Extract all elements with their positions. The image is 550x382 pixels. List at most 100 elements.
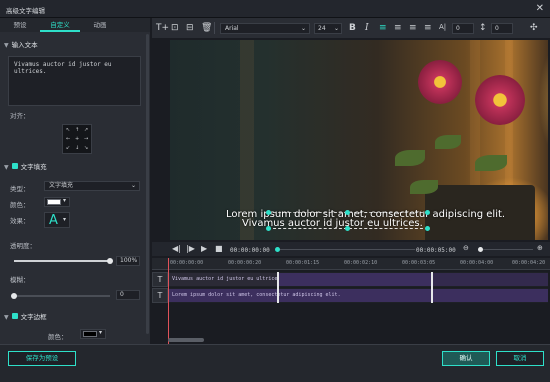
timeline-track: Lorem ipsum dolor sit amet, consectetur … [168, 288, 548, 303]
fill-color-picker[interactable]: ▾ [44, 197, 70, 207]
align-top-left-icon[interactable]: ↖ [66, 127, 70, 133]
track-type-icon[interactable]: T [152, 288, 168, 303]
align-bottom-icon[interactable]: ↓ [75, 145, 79, 151]
align-center-text-icon[interactable]: ≡ [394, 23, 402, 33]
current-time: 00:00:00:00 [230, 247, 270, 254]
border-section-header[interactable]: ▼ 文字边框 [4, 311, 47, 321]
resize-handle[interactable] [425, 226, 430, 231]
tab-custom[interactable]: 自定义 [40, 18, 80, 32]
effect-picker[interactable]: A ▾ [44, 212, 70, 228]
chevron-down-icon: ▼ [4, 42, 9, 49]
timeline-track: Vivamus auctor id justor eu ultrices. [168, 272, 548, 287]
delete-icon[interactable]: 🗑 [201, 23, 212, 33]
font-size-select[interactable]: 24 ⌄ [314, 23, 342, 34]
clip-trim-handle[interactable] [431, 272, 433, 303]
clip-trim-handle[interactable] [277, 272, 279, 303]
tab-presets[interactable]: 预设 [0, 18, 40, 32]
blur-label: 模糊： [10, 276, 30, 284]
total-time: 00:00:05:00 [416, 247, 456, 254]
color-label: 颜色： [10, 201, 30, 209]
align-left-text-icon[interactable]: ≡ [379, 23, 387, 33]
resize-handle[interactable] [266, 226, 271, 231]
align-right-text-icon[interactable]: ≡ [409, 23, 417, 33]
opacity-slider-knob[interactable] [107, 258, 113, 264]
fill-section-header[interactable]: ▼ 文字填充 [4, 161, 47, 171]
blur-slider-knob[interactable] [11, 293, 17, 299]
letter-spacing-icon[interactable]: A| [439, 23, 446, 31]
ruler-label: 00:00:00:20 [228, 260, 262, 266]
resize-handle[interactable] [266, 210, 271, 215]
fill-enable-checkbox[interactable] [11, 163, 18, 169]
text-box-icon[interactable]: ⊡ [171, 23, 179, 33]
align-left-icon[interactable]: ← [66, 136, 70, 142]
text-clip-selected[interactable] [278, 273, 432, 286]
align-bottom-left-icon[interactable]: ↙ [66, 145, 70, 151]
zoom-in-icon[interactable]: ⊕ [537, 244, 543, 252]
border-color-picker[interactable]: ▾ [80, 329, 106, 339]
clip-before-selection[interactable]: Vivamus auctor id justor eu ultrices. [168, 273, 278, 286]
fill-type-select[interactable]: 文字填充 ⌄ [44, 181, 140, 191]
play-icon[interactable]: ▶ [201, 244, 207, 253]
add-text-icon[interactable]: T+ [156, 23, 169, 33]
blur-value-field[interactable]: 0 [116, 290, 140, 300]
alignment-grid[interactable]: ↖ ↑ ↗ ← + → ↙ ↓ ↘ [62, 124, 92, 154]
text-input[interactable]: Vivamus auctor id justor eu ultrices. [8, 56, 141, 106]
track-type-icon[interactable]: T [152, 272, 168, 287]
italic-button[interactable]: I [365, 23, 369, 33]
text-clip[interactable]: Lorem ipsum dolor sit amet, consectetur … [168, 289, 548, 302]
ruler-label: 00:00:04:00 [460, 260, 494, 266]
ruler-label: 00:00:04:20 [512, 260, 546, 266]
tab-animation[interactable]: 动画 [80, 18, 120, 32]
resize-handle[interactable] [425, 210, 430, 215]
align-bottom-right-icon[interactable]: ↘ [84, 145, 88, 151]
save-preset-button[interactable]: 保存为预设 [8, 351, 76, 366]
input-section-header[interactable]: ▼ 输入文本 [4, 39, 38, 49]
chevron-down-icon: ▼ [4, 314, 9, 321]
close-icon[interactable]: ✕ [536, 3, 544, 14]
opacity-value-field[interactable]: 100% [116, 256, 140, 266]
resize-handle[interactable] [345, 210, 350, 215]
line-height-icon[interactable]: ↕ [479, 23, 487, 33]
align-center-icon[interactable]: + [75, 136, 79, 142]
left-panel-scrollbar[interactable] [146, 34, 149, 334]
border-enable-checkbox[interactable] [11, 313, 18, 319]
leaf [395, 150, 425, 166]
next-frame-icon[interactable]: |▶ [186, 244, 195, 253]
border-section-title: 文字边框 [20, 313, 47, 321]
cancel-button[interactable]: 取消 [496, 351, 544, 366]
chevron-down-icon: ⌄ [333, 25, 339, 32]
flower [475, 75, 525, 125]
justify-text-icon[interactable]: ≡ [424, 23, 432, 33]
line-height-field[interactable]: 0 [491, 23, 513, 34]
stop-icon[interactable]: ■ [215, 244, 223, 253]
font-select[interactable]: Arial ⌄ [220, 23, 310, 34]
previous-frame-icon[interactable]: ◀| [172, 244, 181, 253]
type-label: 类型： [10, 185, 30, 193]
ok-button[interactable]: 确认 [442, 351, 490, 366]
playhead[interactable] [168, 258, 169, 344]
align-right-icon[interactable]: → [84, 136, 88, 142]
more-options-icon[interactable]: ✣ [530, 23, 538, 33]
align-top-right-icon[interactable]: ↗ [84, 127, 88, 133]
input-section-title: 输入文本 [11, 41, 38, 49]
zoom-slider-track[interactable] [483, 249, 533, 250]
timeline-scrollbar[interactable] [168, 338, 204, 342]
opacity-slider-fill [14, 260, 110, 262]
chevron-down-icon: ⌄ [130, 182, 136, 189]
align-objects-icon[interactable]: ⊟ [186, 23, 194, 33]
blur-slider[interactable] [14, 295, 110, 297]
resize-handle[interactable] [345, 226, 350, 231]
toolbar-divider [214, 22, 215, 34]
bold-button[interactable]: B [349, 23, 356, 33]
letter-spacing-field[interactable]: 0 [452, 23, 474, 34]
timeline-ruler[interactable]: 00:00:00:00 00:00:00:20 00:00:01:15 00:0… [152, 258, 550, 270]
video-preview[interactable]: Lorem ipsum dolor sit amet, consectetur … [170, 40, 548, 240]
align-top-icon[interactable]: ↑ [75, 127, 79, 133]
scrubber-track[interactable] [280, 249, 415, 250]
opacity-label: 透明度： [10, 242, 36, 250]
fill-section-title: 文字填充 [20, 163, 47, 171]
text-clip[interactable] [432, 273, 548, 286]
zoom-out-icon[interactable]: ⊖ [463, 244, 469, 252]
opacity-slider[interactable] [14, 260, 110, 262]
chevron-down-icon: ▾ [99, 329, 103, 336]
